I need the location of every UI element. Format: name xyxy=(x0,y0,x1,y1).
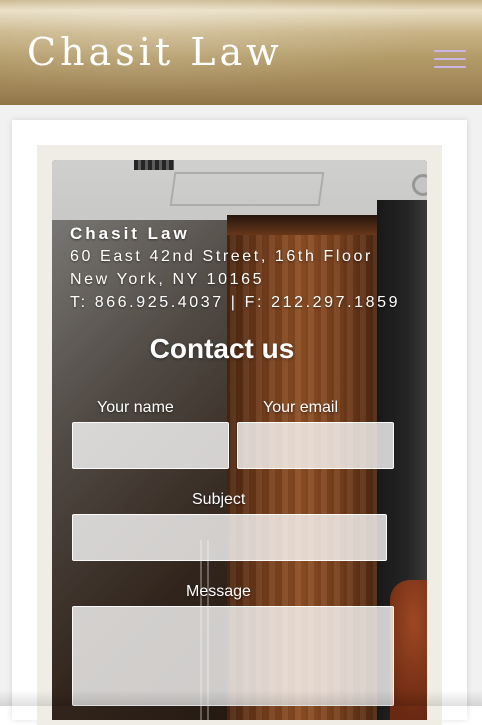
firm-address-line1: 60 East 42nd Street, 16th Floor xyxy=(70,248,373,265)
brand-logo[interactable]: Chasit Law xyxy=(27,30,283,74)
email-label: Your email xyxy=(263,399,339,416)
name-input[interactable] xyxy=(72,422,229,469)
menu-bar-middle xyxy=(434,58,466,60)
firm-phone-fax[interactable]: T: 866.925.4037 | F: 212.297.1859 xyxy=(70,291,400,314)
site-header: Chasit Law xyxy=(0,0,482,105)
name-label: Your name xyxy=(97,399,174,416)
subject-input[interactable] xyxy=(72,514,387,561)
menu-bar-bottom xyxy=(434,66,466,68)
message-label: Message xyxy=(186,583,251,600)
firm-contact-info: Chasit Law 60 East 42nd Street, 16th Flo… xyxy=(70,222,400,314)
hamburger-menu-icon[interactable] xyxy=(434,47,468,71)
menu-bar-top xyxy=(434,50,466,52)
contact-form-title: Contact us xyxy=(149,333,295,364)
subject-label: Subject xyxy=(192,491,246,508)
page-bottom-shadow xyxy=(0,690,482,706)
firm-address-line2: New York, NY 10165 xyxy=(70,271,265,288)
firm-name: Chasit Law xyxy=(70,224,190,243)
email-input[interactable] xyxy=(237,422,394,469)
